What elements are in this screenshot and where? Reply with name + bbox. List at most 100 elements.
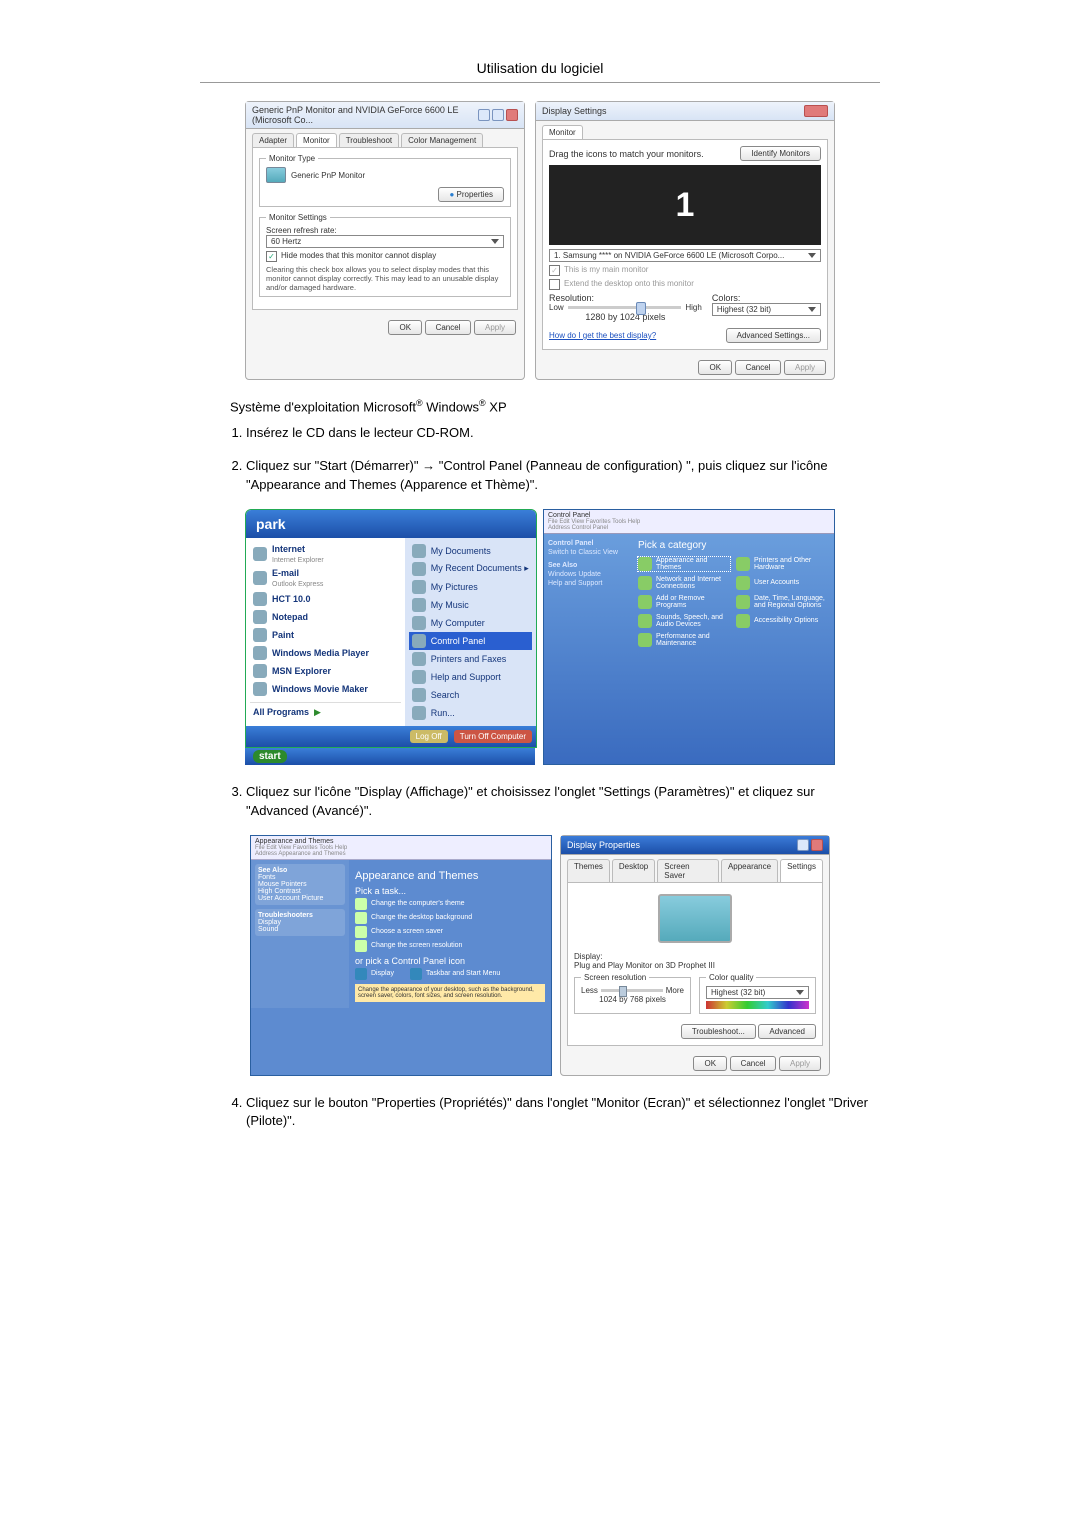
start-menu-item[interactable]: My Recent Documents ▸ bbox=[409, 560, 532, 578]
category-item[interactable]: Performance and Maintenance bbox=[638, 633, 730, 647]
cp-icon-taskbar[interactable]: Taskbar and Start Menu bbox=[426, 970, 500, 977]
tab-monitor[interactable]: Monitor bbox=[542, 125, 583, 139]
start-menu-item[interactable]: My Documents bbox=[409, 542, 532, 560]
start-menu-item[interactable]: Paint bbox=[250, 626, 401, 644]
start-menu-item[interactable]: E-mailOutlook Express bbox=[250, 566, 401, 590]
advanced-settings-button[interactable]: Advanced Settings... bbox=[726, 328, 821, 343]
category-item[interactable]: Appearance and Themes bbox=[638, 557, 730, 571]
start-menu-item[interactable]: Help and Support bbox=[409, 668, 532, 686]
pick-category-heading: Pick a category bbox=[638, 540, 828, 551]
address-bar[interactable]: Address Control Panel bbox=[548, 525, 830, 531]
cancel-button[interactable]: Cancel bbox=[425, 320, 472, 335]
category-item[interactable]: Sounds, Speech, and Audio Devices bbox=[638, 614, 730, 628]
resolution-slider[interactable] bbox=[601, 989, 663, 992]
category-item[interactable]: Printers and Other Hardware bbox=[736, 557, 828, 571]
start-menu-item[interactable]: My Pictures bbox=[409, 578, 532, 596]
start-menu-item[interactable]: Control Panel bbox=[409, 632, 532, 650]
monitor-preview[interactable]: 1 bbox=[549, 165, 821, 245]
start-menu-item[interactable]: Windows Movie Maker bbox=[250, 680, 401, 698]
start-menu-item[interactable]: HCT 10.0 bbox=[250, 590, 401, 608]
see-also-item[interactable]: Help and Support bbox=[548, 580, 628, 587]
start-menu-item[interactable]: Search bbox=[409, 686, 532, 704]
side-item[interactable]: High Contrast bbox=[258, 888, 342, 895]
monitor-type-legend: Monitor Type bbox=[266, 154, 318, 163]
all-programs[interactable]: All Programs ▶ bbox=[250, 702, 401, 720]
tab-troubleshoot[interactable]: Troubleshoot bbox=[339, 133, 399, 147]
folder-icon bbox=[412, 652, 426, 666]
minimize-icon[interactable] bbox=[478, 109, 490, 121]
color-quality-select[interactable]: Highest (32 bit) bbox=[706, 986, 809, 999]
troubleshoot-button[interactable]: Troubleshoot... bbox=[681, 1024, 756, 1039]
tab-monitor[interactable]: Monitor bbox=[296, 133, 337, 147]
side-item[interactable]: User Account Picture bbox=[258, 895, 342, 902]
app-icon bbox=[253, 646, 267, 660]
monitor-select[interactable]: 1. Samsung **** on NVIDIA GeForce 6600 L… bbox=[549, 249, 821, 262]
colors-select[interactable]: Highest (32 bit) bbox=[712, 303, 821, 316]
category-item[interactable]: Network and Internet Connections bbox=[638, 576, 730, 590]
taskbar-start[interactable]: start bbox=[245, 748, 535, 765]
ok-button[interactable]: OK bbox=[388, 320, 422, 335]
advanced-button[interactable]: Advanced bbox=[758, 1024, 816, 1039]
slider-high-label: High bbox=[685, 303, 701, 312]
category-item[interactable]: Date, Time, Language, and Regional Optio… bbox=[736, 595, 828, 609]
close-icon[interactable] bbox=[804, 105, 828, 117]
task-item[interactable]: Choose a screen saver bbox=[355, 926, 545, 938]
category-item[interactable]: Accessibility Options bbox=[736, 614, 828, 628]
side-item[interactable]: Sound bbox=[258, 926, 342, 933]
tab-desktop[interactable]: Desktop bbox=[612, 859, 655, 882]
arrow-icon bbox=[355, 926, 367, 938]
tab-screensaver[interactable]: Screen Saver bbox=[657, 859, 719, 882]
help-icon[interactable] bbox=[797, 839, 809, 851]
start-menu-item[interactable]: Windows Media Player bbox=[250, 644, 401, 662]
tab-themes[interactable]: Themes bbox=[567, 859, 610, 882]
start-menu-item[interactable]: Run... bbox=[409, 704, 532, 722]
start-menu-item[interactable]: Notepad bbox=[250, 608, 401, 626]
side-item[interactable]: Mouse Pointers bbox=[258, 881, 342, 888]
apply-button[interactable]: Apply bbox=[474, 320, 516, 335]
tab-appearance[interactable]: Appearance bbox=[721, 859, 778, 882]
tab-settings[interactable]: Settings bbox=[780, 859, 823, 882]
category-item[interactable]: User Accounts bbox=[736, 576, 828, 590]
logoff-button[interactable]: Log Off bbox=[410, 730, 448, 743]
side-item[interactable]: Fonts bbox=[258, 874, 342, 881]
cancel-button[interactable]: Cancel bbox=[730, 1056, 777, 1071]
task-item[interactable]: Change the desktop background bbox=[355, 912, 545, 924]
switch-classic-link[interactable]: Switch to Classic View bbox=[548, 549, 628, 556]
ok-button[interactable]: OK bbox=[693, 1056, 727, 1071]
less-label: Less bbox=[581, 986, 598, 995]
hide-modes-checkbox[interactable]: ✓ Hide modes that this monitor cannot di… bbox=[266, 251, 504, 262]
main-monitor-checkbox[interactable]: ✓This is my main monitor bbox=[549, 265, 821, 276]
resolution-slider[interactable] bbox=[568, 306, 682, 309]
address-bar[interactable]: Address Appearance and Themes bbox=[255, 851, 547, 857]
refresh-rate-select[interactable]: 60 Hertz bbox=[266, 235, 504, 248]
tab-adapter[interactable]: Adapter bbox=[252, 133, 294, 147]
tab-color-management[interactable]: Color Management bbox=[401, 133, 483, 147]
screenshot-row-1: Generic PnP Monitor and NVIDIA GeForce 6… bbox=[200, 101, 880, 380]
maximize-icon[interactable] bbox=[492, 109, 504, 121]
apply-button[interactable]: Apply bbox=[779, 1056, 821, 1071]
monitor-type-value: Generic PnP Monitor bbox=[291, 171, 365, 180]
side-item[interactable]: Display bbox=[258, 919, 342, 926]
close-icon[interactable] bbox=[506, 109, 518, 121]
category-icon bbox=[638, 576, 652, 590]
start-menu-item[interactable]: My Computer bbox=[409, 614, 532, 632]
start-menu-item[interactable]: MSN Explorer bbox=[250, 662, 401, 680]
cp-icon-display[interactable]: Display bbox=[371, 970, 394, 977]
apply-button[interactable]: Apply bbox=[784, 360, 826, 375]
cancel-button[interactable]: Cancel bbox=[735, 360, 782, 375]
chevron-down-icon bbox=[808, 307, 816, 312]
properties-button[interactable]: ● Properties bbox=[438, 187, 504, 202]
start-menu-item[interactable]: InternetInternet Explorer bbox=[250, 542, 401, 566]
task-item[interactable]: Change the computer's theme bbox=[355, 898, 545, 910]
see-also-item[interactable]: Windows Update bbox=[548, 571, 628, 578]
identify-monitors-button[interactable]: Identify Monitors bbox=[740, 146, 821, 161]
best-display-link[interactable]: How do I get the best display? bbox=[549, 331, 656, 340]
ok-button[interactable]: OK bbox=[698, 360, 732, 375]
start-menu-item[interactable]: My Music bbox=[409, 596, 532, 614]
task-item[interactable]: Change the screen resolution bbox=[355, 940, 545, 952]
extend-desktop-checkbox[interactable]: Extend the desktop onto this monitor bbox=[549, 279, 821, 290]
turnoff-button[interactable]: Turn Off Computer bbox=[454, 730, 532, 743]
start-menu-item[interactable]: Printers and Faxes bbox=[409, 650, 532, 668]
close-icon[interactable] bbox=[811, 839, 823, 851]
category-item[interactable]: Add or Remove Programs bbox=[638, 595, 730, 609]
